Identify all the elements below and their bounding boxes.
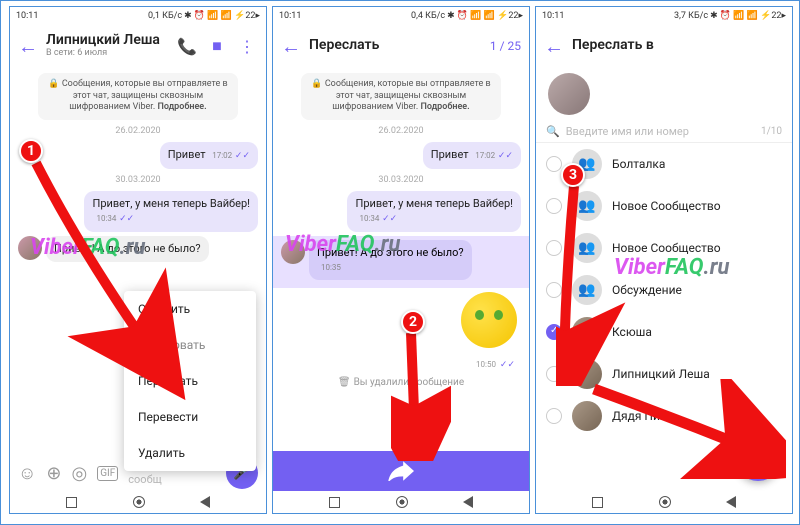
forward-header: ← Переслать 1 / 25 <box>273 25 529 67</box>
chat-subtitle: В сети: 6 июля <box>46 49 168 59</box>
sticker-smile[interactable] <box>461 292 517 348</box>
contact-name: Болталка <box>612 157 665 171</box>
camera-icon[interactable]: ◎ <box>71 463 87 484</box>
chat-header: ← Липницкий Леша В сети: 6 июля 📞 ■ ⋮ <box>10 25 266 67</box>
search-count: 1/10 <box>761 126 782 137</box>
back-icon[interactable]: ← <box>544 34 564 59</box>
emoji-icon[interactable]: ☺ <box>18 463 36 484</box>
callout-badge-1: 1 <box>19 139 43 163</box>
selection-counter: 1 / 25 <box>490 39 521 53</box>
gif-icon[interactable]: GIF <box>97 466 118 481</box>
menu-delete[interactable]: Удалить <box>124 435 256 471</box>
radio[interactable] <box>546 408 562 424</box>
encryption-notice: 🔒 Сообщения, которые вы отправляете в эт… <box>38 73 238 120</box>
android-navbar <box>273 491 529 513</box>
arrow-3b <box>586 379 786 479</box>
avatar <box>281 240 305 264</box>
message-out[interactable]: Привет 17:02 ✓✓ <box>423 142 521 169</box>
nav-home[interactable] <box>133 496 145 508</box>
arrow-2 <box>391 321 451 461</box>
chat-title: Липницкий Леша <box>46 33 168 48</box>
search-icon: 🔍 <box>546 125 560 138</box>
video-icon[interactable]: ■ <box>206 36 228 56</box>
search-placeholder: Введите имя или номер <box>566 125 689 138</box>
android-navbar <box>536 491 792 513</box>
encryption-notice: 🔒 Сообщения, которые вы отправляете в эт… <box>301 73 501 120</box>
nav-recent[interactable] <box>66 497 77 508</box>
plus-icon[interactable]: ⊕ <box>46 463 61 484</box>
arrow-1 <box>21 151 191 401</box>
status-bar: 10:11 3,7 КБ/с✱ ⏰ 📶 📶 ⚡22▸ <box>536 7 792 25</box>
back-icon[interactable]: ← <box>18 34 38 59</box>
menu-translate[interactable]: Перевести <box>124 399 256 435</box>
header-title: Переслать <box>309 38 482 53</box>
selected-avatar <box>548 73 590 115</box>
status-bar: 10:11 0,4 КБ/с✱ ⏰ 📶 📶 ⚡22▸ <box>273 7 529 25</box>
date-separator: 26.02.2020 <box>10 126 266 136</box>
callout-badge-3: 3 <box>561 163 585 187</box>
nav-back[interactable] <box>200 496 210 508</box>
arrow-3a <box>556 176 646 386</box>
forward-to-header: ← Переслать в <box>536 25 792 67</box>
callout-badge-2: 2 <box>401 310 425 334</box>
message-selected[interactable]: Привет! А до этого не было?10:35 <box>309 240 472 281</box>
status-bar: 10:11 0,1 КБ/с✱ ⏰ 📶 📶 ⚡22▸ <box>10 7 266 25</box>
back-icon[interactable]: ← <box>281 34 301 59</box>
more-icon[interactable]: ⋮ <box>236 37 258 56</box>
status-time: 10:11 <box>16 11 38 21</box>
radio[interactable] <box>546 156 562 172</box>
message-out[interactable]: Привет, у меня теперь Вайбер!10:34 ✓✓ <box>347 191 521 232</box>
call-icon[interactable]: 📞 <box>176 37 198 56</box>
android-navbar <box>10 491 266 513</box>
search-row[interactable]: 🔍 Введите имя или номер 1/10 <box>536 121 792 143</box>
